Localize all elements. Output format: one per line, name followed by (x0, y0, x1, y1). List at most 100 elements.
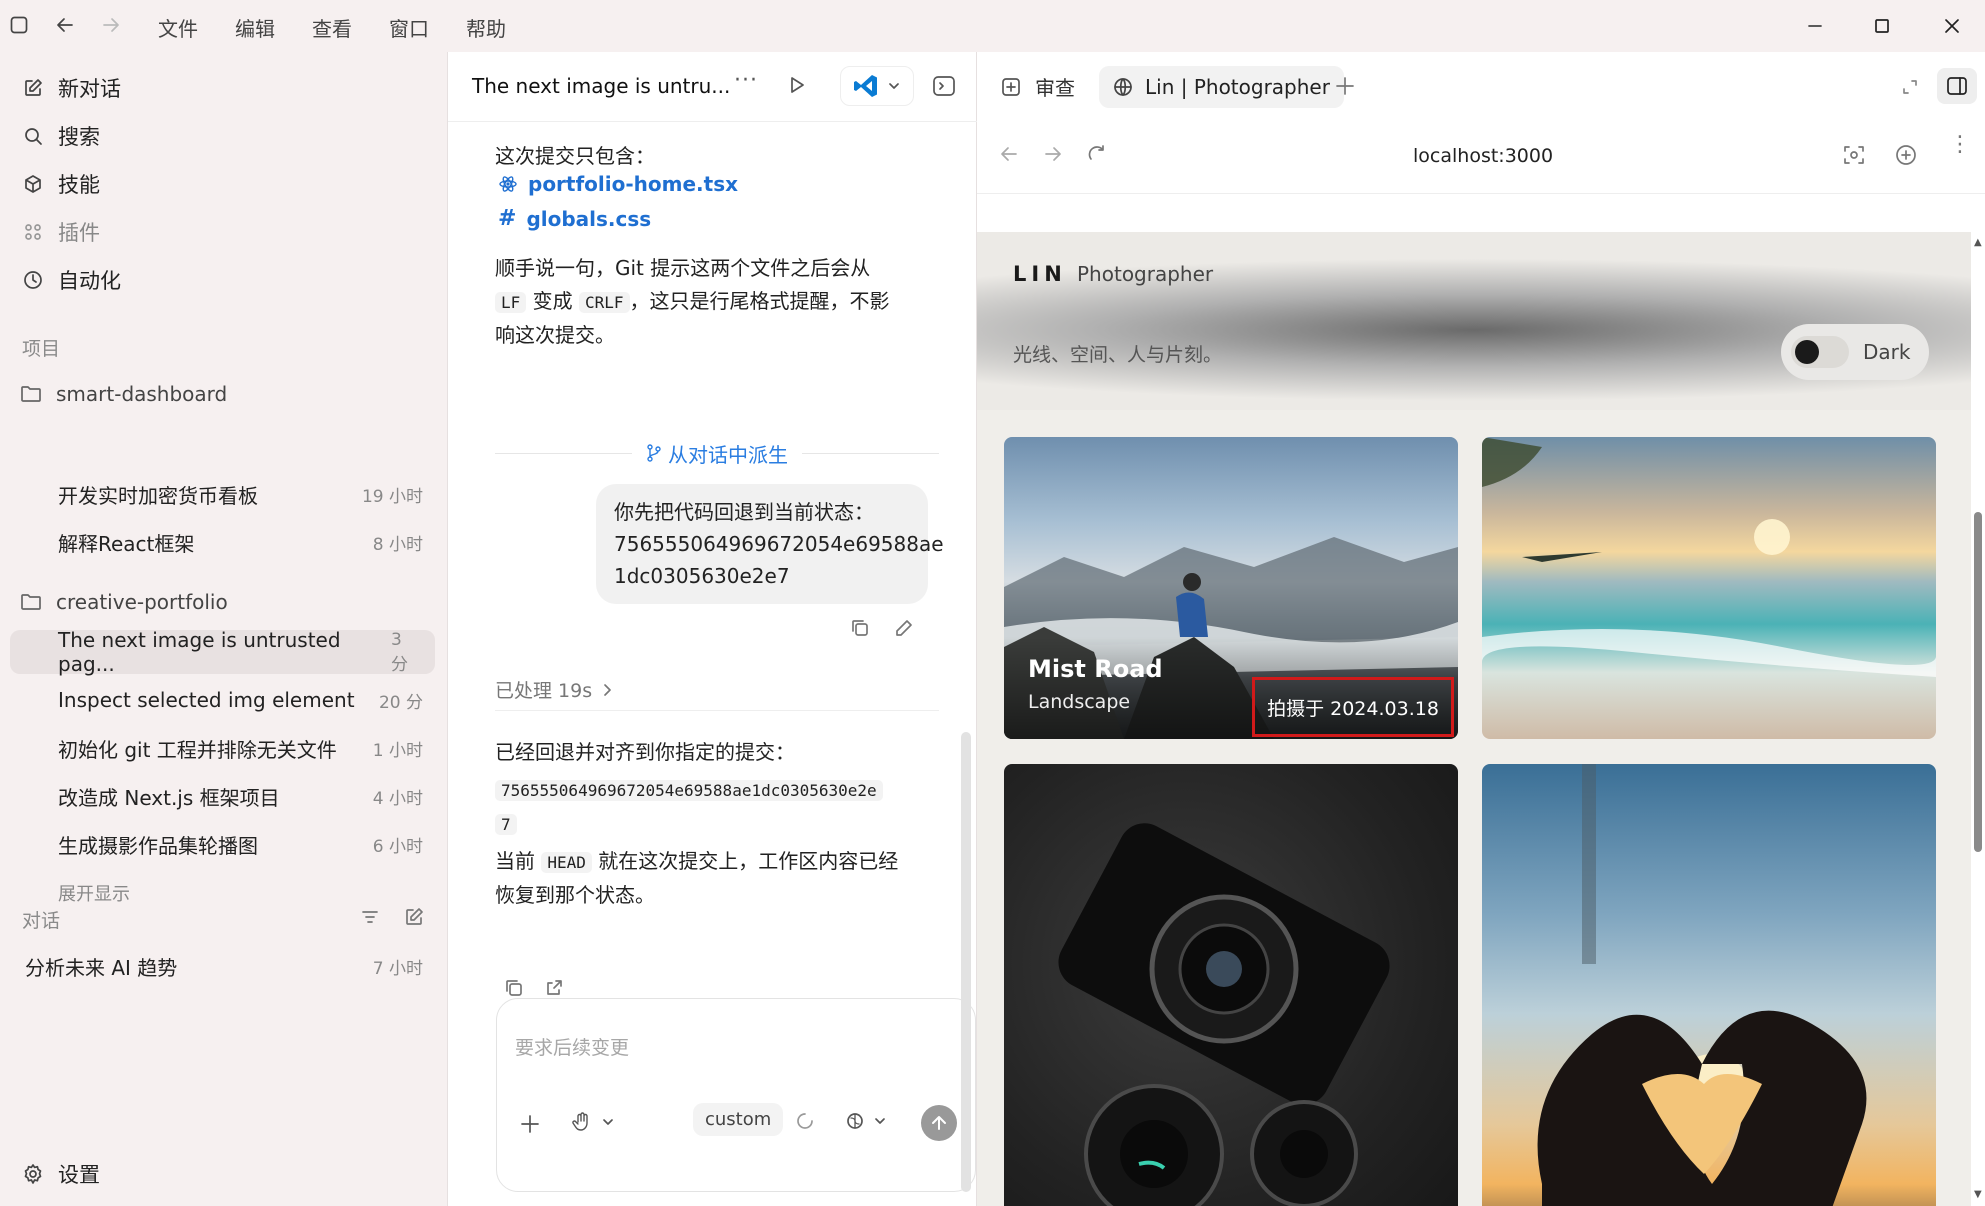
fork-divider: 从对话中派生 (495, 438, 939, 468)
chevron-down-icon (887, 79, 901, 93)
browser-panel: 审查 Lin | Photographer localhost:3000 ⋮ L… (977, 52, 1985, 1206)
divider-line (802, 452, 939, 454)
scroll-down-icon[interactable]: ▼ (1974, 1190, 1982, 1200)
back-arrow-icon[interactable] (54, 14, 76, 36)
thread-scrollbar[interactable] (961, 732, 971, 1192)
filter-icon[interactable] (360, 907, 380, 927)
edit-message-icon[interactable] (894, 618, 914, 638)
chat-item-active[interactable]: The next image is untrusted pag... 3 分 (10, 628, 435, 676)
chat-item[interactable]: 初始化 git 工程并排除无关文件 1 小时 (10, 726, 435, 770)
chat-title: 开发实时加密货币看板 (58, 483, 258, 508)
scroll-up-icon[interactable]: ▲ (1974, 238, 1982, 248)
note-line: 顺手说一句，Git 提示这两个文件之后会从 (495, 256, 871, 280)
chat-item[interactable]: Inspect selected img element 20 分 (10, 678, 435, 722)
more-icon[interactable]: ··· (734, 68, 758, 93)
chat-item[interactable]: 改造成 Next.js 框架项目 4 小时 (10, 774, 435, 818)
tab-review[interactable]: 审查 (1001, 72, 1075, 101)
settings-button[interactable]: 设置 (20, 1152, 100, 1196)
reasoning-dropdown[interactable] (845, 1111, 887, 1131)
forward-arrow-icon[interactable] (1043, 144, 1063, 164)
sidebar-item-search[interactable]: 搜索 (20, 114, 100, 158)
panel-toggle-icon[interactable] (1937, 68, 1977, 104)
photo-card-heart-hands[interactable] (1482, 764, 1936, 1206)
chat-time: 1 小时 (372, 740, 423, 761)
chat-item[interactable]: 生成摄影作品集轮播图 6 小时 (10, 822, 435, 866)
chat-title: 解释React框架 (58, 531, 195, 556)
new-tab-icon[interactable] (1335, 76, 1355, 96)
search-icon (20, 123, 46, 149)
kebab-menu-icon[interactable]: ⋮ (1949, 134, 1971, 156)
play-icon[interactable] (788, 76, 806, 94)
copy-icon[interactable] (504, 978, 524, 998)
file-link-portfolio-home[interactable]: portfolio-home.tsx (498, 172, 738, 196)
toggle-knob (1795, 340, 1819, 364)
camera-photo (1058, 823, 1390, 1206)
sidebar: 新对话 搜索 技能 插件 自动化 项目 smart-dashboard 开发实时… (0, 52, 447, 1206)
chevron-right-icon (602, 683, 612, 697)
page-scrollbar-thumb[interactable] (1974, 512, 1982, 852)
url-field[interactable]: localhost:3000 (1413, 145, 1553, 167)
back-arrow-icon[interactable] (999, 144, 1019, 164)
plus-icon[interactable] (519, 1113, 541, 1135)
project-name: smart-dashboard (56, 382, 228, 406)
sidebar-item-skills[interactable]: 技能 (20, 162, 100, 206)
reply-text: 就在这次提交上，工作区内容已经 (598, 849, 899, 873)
toggle-track (1791, 336, 1849, 368)
share-icon[interactable] (544, 978, 564, 998)
add-annotation-icon[interactable] (1895, 144, 1917, 166)
screenshot-icon[interactable] (1843, 144, 1865, 166)
thread-panel: The next image is untru... ··· 这次提交只包含： … (447, 52, 978, 1206)
menu-help[interactable]: 帮助 (466, 13, 506, 42)
folder-icon (20, 592, 46, 612)
photo-card-beach[interactable] (1482, 437, 1936, 739)
processed-toggle[interactable]: 已处理 19s (495, 676, 612, 703)
message-line: 1dc0305630e2e7 (614, 564, 790, 588)
note-line: LF 变成 CRLF ，这只是行尾格式提醒，不影 (495, 285, 935, 319)
sidebar-item-plugins[interactable]: 插件 (20, 210, 100, 254)
browser-tab-bar: 审查 Lin | Photographer (977, 52, 1985, 122)
menu-file[interactable]: 文件 (158, 13, 198, 42)
new-conversation-icon[interactable] (404, 907, 424, 927)
menu-view[interactable]: 查看 (312, 13, 352, 42)
code-inline: 7 (495, 814, 517, 835)
conversation-item[interactable]: 分析未来 AI 趋势 7 小时 (10, 944, 435, 988)
maximize-icon[interactable] (1862, 10, 1902, 42)
sidebar-item-automation[interactable]: 自动化 (20, 258, 121, 302)
brain-icon (845, 1111, 865, 1131)
send-button[interactable] (921, 1105, 957, 1141)
fork-label[interactable]: 从对话中派生 (646, 439, 788, 468)
photo-card-mist-road[interactable]: Mist Road Landscape 拍摄于 2024.03.18 (1004, 437, 1458, 739)
permissions-dropdown[interactable] (571, 1111, 615, 1133)
forward-arrow-icon[interactable] (100, 14, 122, 36)
chat-item[interactable]: 开发实时加密货币看板 19 小时 (10, 472, 435, 516)
model-selector[interactable]: custom (693, 1103, 784, 1136)
menu-edit[interactable]: 编辑 (235, 13, 275, 42)
tab-label: 审查 (1035, 76, 1075, 100)
project-smart-dashboard[interactable]: smart-dashboard (20, 374, 227, 414)
photo-card-camera[interactable]: N (1004, 764, 1458, 1206)
open-in-editor-button[interactable] (840, 66, 914, 106)
sidebar-item-new-chat[interactable]: 新对话 (20, 66, 121, 110)
expand-icon[interactable] (1901, 78, 1919, 96)
card-category: Landscape (1028, 691, 1131, 713)
expand-link[interactable]: 展开显示 (58, 880, 130, 906)
cube-icon (20, 171, 46, 197)
site-role: Photographer (1077, 262, 1214, 286)
file-link-globals[interactable]: # globals.css (498, 206, 651, 231)
reload-icon[interactable] (1087, 144, 1107, 164)
terminal-icon[interactable] (932, 74, 956, 98)
close-icon[interactable] (1932, 10, 1972, 42)
copy-icon[interactable] (850, 618, 870, 638)
grid-icon (20, 219, 46, 245)
composer-input[interactable]: 要求后续变更 (515, 1033, 629, 1060)
minimize-icon[interactable] (1795, 10, 1835, 42)
sidebar-toggle-icon[interactable] (10, 16, 28, 34)
edit-icon (20, 75, 46, 101)
menu-window[interactable]: 窗口 (389, 13, 429, 42)
site-logo[interactable]: LIN (1013, 262, 1067, 286)
tab-active[interactable]: Lin | Photographer (1099, 66, 1344, 108)
chat-item[interactable]: 解释React框架 8 小时 (10, 520, 435, 564)
project-name: creative-portfolio (56, 590, 228, 614)
theme-toggle[interactable]: Dark (1781, 324, 1929, 380)
project-creative-portfolio[interactable]: creative-portfolio (20, 582, 228, 622)
